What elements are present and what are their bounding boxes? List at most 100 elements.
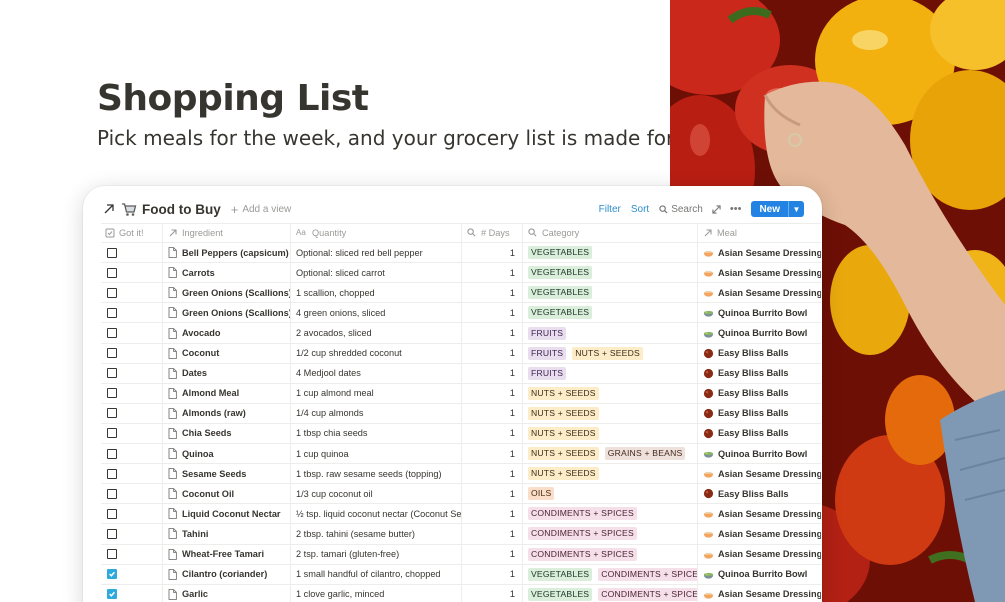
ingredient-cell[interactable]: Garlic <box>163 584 291 602</box>
days-cell[interactable]: 1 <box>462 263 523 283</box>
days-cell[interactable]: 1 <box>462 544 523 564</box>
got-it-checkbox[interactable] <box>107 408 117 419</box>
category-cell[interactable]: FRUITS NUTS + SEEDS <box>523 343 698 363</box>
days-cell[interactable]: 1 <box>462 403 523 423</box>
quantity-cell[interactable]: 2 tsp. tamari (gluten-free) <box>291 544 462 564</box>
table-row[interactable]: Sesame Seeds 1 tbsp. raw sesame seeds (to… <box>101 464 821 485</box>
ingredient-cell[interactable]: Almonds (raw) <box>163 403 291 423</box>
got-it-checkbox[interactable] <box>107 247 117 258</box>
meal-cell[interactable]: Quinoa Burrito Bowl <box>698 323 821 342</box>
meal-cell[interactable]: Asian Sesame Dressing <box>698 243 821 262</box>
meal-cell[interactable]: Easy Bliss Balls <box>698 384 821 403</box>
meal-cell[interactable]: Easy Bliss Balls <box>698 404 821 423</box>
ingredient-cell[interactable]: Green Onions (Scallions) <box>163 283 291 303</box>
days-cell[interactable]: 1 <box>462 464 523 484</box>
meal-cell[interactable]: Asian Sesame Dressing <box>698 524 821 543</box>
got-it-checkbox[interactable] <box>107 508 117 519</box>
database-title[interactable]: Food to Buy <box>142 202 221 217</box>
ingredient-cell[interactable]: Almond Meal <box>163 383 291 403</box>
ingredient-cell[interactable]: Dates <box>163 363 291 383</box>
table-row[interactable]: Green Onions (Scallions) 1 scallion, chop… <box>101 283 821 304</box>
got-it-checkbox[interactable] <box>107 287 117 298</box>
table-row[interactable]: Coconut Oil 1/3 cup coconut oil 1 OILS Easy … <box>101 484 821 505</box>
days-cell[interactable]: 1 <box>462 323 523 343</box>
category-cell[interactable]: FRUITS <box>523 323 698 343</box>
ingredient-cell[interactable]: Green Onions (Scallions) <box>163 303 291 323</box>
days-cell[interactable]: 1 <box>462 423 523 444</box>
category-cell[interactable]: VEGETABLES <box>523 283 698 303</box>
table-row[interactable]: Cilantro (coriander) 1 small handful of c… <box>101 564 821 585</box>
got-it-checkbox[interactable] <box>107 448 117 459</box>
meal-cell[interactable]: Asian Sesame Dressing <box>698 504 821 523</box>
quantity-cell[interactable]: 4 green onions, sliced <box>291 303 462 323</box>
table-row[interactable]: Wheat-Free Tamari 2 tsp. tamari (gluten-f… <box>101 544 821 565</box>
quantity-cell[interactable]: 1 tbsp. raw sesame seeds (topping) <box>291 464 462 484</box>
table-row[interactable]: Bell Peppers (capsicum) Optional: sliced … <box>101 243 821 264</box>
ingredient-cell[interactable]: Avocado <box>163 323 291 343</box>
days-cell[interactable]: 1 <box>462 524 523 544</box>
column-header-category[interactable]: Category <box>523 224 698 243</box>
category-cell[interactable]: CONDIMENTS + SPICES <box>523 504 698 524</box>
got-it-checkbox[interactable] <box>107 388 117 399</box>
meal-cell[interactable]: Asian Sesame Dressing <box>698 464 821 483</box>
got-it-checkbox[interactable] <box>107 569 117 580</box>
quantity-cell[interactable]: 2 avocados, sliced <box>291 323 462 343</box>
table-row[interactable]: Garlic 1 clove garlic, minced 1 VEGETABLES C… <box>101 584 821 602</box>
meal-cell[interactable]: Easy Bliss Balls <box>698 364 821 383</box>
days-cell[interactable]: 1 <box>462 303 523 323</box>
column-header-days[interactable]: # Days <box>462 224 523 243</box>
got-it-checkbox[interactable] <box>107 368 117 379</box>
days-cell[interactable]: 1 <box>462 504 523 524</box>
category-cell[interactable]: NUTS + SEEDS <box>523 383 698 403</box>
days-cell[interactable]: 1 <box>462 243 523 263</box>
filter-button[interactable]: Filter <box>599 204 621 215</box>
quantity-cell[interactable]: ½ tsp. liquid coconut nectar (Coconut Se <box>291 504 462 524</box>
ingredient-cell[interactable]: Carrots <box>163 263 291 283</box>
quantity-cell[interactable]: 4 Medjool dates <box>291 363 462 383</box>
meal-cell[interactable]: Easy Bliss Balls <box>698 344 821 363</box>
got-it-checkbox[interactable] <box>107 589 117 600</box>
table-row[interactable]: Green Onions (Scallions) 4 green onions, … <box>101 303 821 324</box>
quantity-cell[interactable]: 1/4 cup almonds <box>291 403 462 423</box>
table-row[interactable]: Tahini 2 tbsp. tahini (sesame butter) 1 CON… <box>101 524 821 545</box>
got-it-checkbox[interactable] <box>107 488 117 499</box>
days-cell[interactable]: 1 <box>462 564 523 584</box>
meal-cell[interactable]: Asian Sesame Dressing <box>698 283 821 302</box>
more-options-icon[interactable]: ••• <box>730 203 742 215</box>
got-it-checkbox[interactable] <box>107 307 117 318</box>
meal-cell[interactable]: Easy Bliss Balls <box>698 424 821 443</box>
open-as-page-icon[interactable] <box>103 203 115 215</box>
add-view-button[interactable]: + Add a view <box>231 202 292 217</box>
quantity-cell[interactable]: 1 small handful of cilantro, chopped <box>291 564 462 584</box>
category-cell[interactable]: CONDIMENTS + SPICES <box>523 544 698 564</box>
table-row[interactable]: Almond Meal 1 cup almond meal 1 NUTS + SEED… <box>101 383 821 404</box>
got-it-checkbox[interactable] <box>107 549 117 560</box>
search-button[interactable]: Search <box>659 204 703 215</box>
ingredient-cell[interactable]: Chia Seeds <box>163 423 291 444</box>
quantity-cell[interactable]: 1 cup almond meal <box>291 383 462 403</box>
table-row[interactable]: Chia Seeds 1 tbsp chia seeds 1 NUTS + SEEDS… <box>101 423 821 445</box>
table-row[interactable]: Liquid Coconut Nectar ½ tsp. liquid cocon… <box>101 504 821 525</box>
ingredient-cell[interactable]: Sesame Seeds <box>163 464 291 484</box>
column-header-got-it[interactable]: Got it! <box>101 224 163 243</box>
chevron-down-icon[interactable]: ▼ <box>788 201 804 217</box>
table-row[interactable]: Carrots Optional: sliced carrot 1 VEGETABLE… <box>101 263 821 284</box>
quantity-cell[interactable]: Optional: sliced carrot <box>291 263 462 283</box>
category-cell[interactable]: CONDIMENTS + SPICES <box>523 524 698 544</box>
category-cell[interactable]: NUTS + SEEDS <box>523 464 698 484</box>
days-cell[interactable]: 1 <box>462 383 523 403</box>
sort-button[interactable]: Sort <box>631 204 649 215</box>
table-row[interactable]: Almonds (raw) 1/4 cup almonds 1 NUTS + SEED… <box>101 403 821 424</box>
ingredient-cell[interactable]: Liquid Coconut Nectar <box>163 504 291 524</box>
category-cell[interactable]: VEGETABLES <box>523 303 698 323</box>
expand-icon[interactable] <box>712 204 721 214</box>
quantity-cell[interactable]: 1 scallion, chopped <box>291 283 462 303</box>
got-it-checkbox[interactable] <box>107 428 117 439</box>
ingredient-cell[interactable]: Bell Peppers (capsicum) <box>163 243 291 263</box>
new-button[interactable]: New ▼ <box>751 201 804 217</box>
got-it-checkbox[interactable] <box>107 348 117 359</box>
days-cell[interactable]: 1 <box>462 283 523 303</box>
column-header-quantity[interactable]: Aa Quantity <box>291 224 462 243</box>
category-cell[interactable]: VEGETABLES CONDIMENTS + SPICES <box>523 564 698 584</box>
meal-cell[interactable]: Easy Bliss Balls <box>698 484 821 503</box>
